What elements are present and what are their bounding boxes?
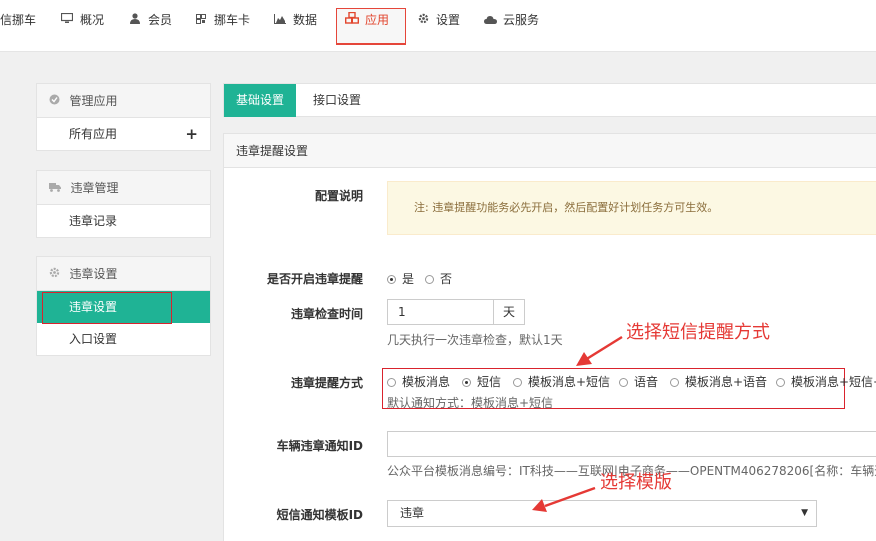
annotation-arrows: [532, 335, 623, 512]
arrow-icon: [532, 486, 596, 512]
arrow-icon: [576, 335, 623, 366]
